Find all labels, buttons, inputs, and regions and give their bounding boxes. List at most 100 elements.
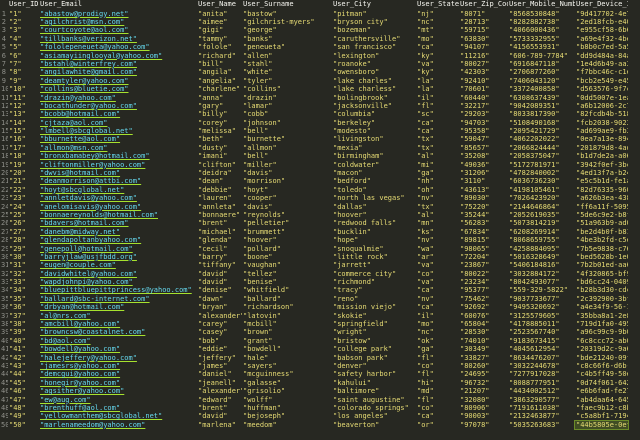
user-name-cell[interactable]: "anna"	[197, 94, 242, 102]
table-row[interactable]: 34 "34" "bluepittbluepittprincess@yahoo.co…	[0, 286, 640, 294]
user-email-cell[interactable]: "drazin@yahoo.com"	[39, 94, 197, 102]
user-state-cell[interactable]: "nc"	[416, 18, 459, 26]
user-state-cell[interactable]: "va"	[416, 278, 459, 286]
user-name-cell[interactable]: "jeffery"	[197, 354, 242, 362]
user-device-id-cell[interactable]: "b1d7de2a-a065-44be-94d6-e1d01746c597	[575, 152, 628, 160]
email-link[interactable]: "courtcoyote@aol.com"	[40, 26, 129, 34]
header-user-zip-code[interactable]: User_Zip_Code	[459, 0, 508, 10]
user-city-cell[interactable]: "saint augustine"	[332, 396, 416, 404]
user-state-cell[interactable]: "ca"	[416, 303, 459, 311]
email-link[interactable]: "bstahl@winterfrey.com"	[40, 60, 137, 68]
user-zip-cell[interactable]: "94107"	[459, 43, 508, 51]
user-city-cell[interactable]: "pitman"	[332, 10, 416, 18]
header-user-name[interactable]: User_Name	[197, 0, 242, 10]
user-email-cell[interactable]: "drbyan@hotmail.com"	[39, 303, 197, 311]
user-id-cell[interactable]: "45"	[8, 379, 39, 387]
table-row[interactable]: 33 "33" "wapdjohnpi@yahoo.com" "david" "beni…	[0, 278, 640, 286]
user-surname-cell[interactable]: "mcguinness"	[242, 370, 332, 378]
user-state-cell[interactable]: "il"	[416, 312, 459, 320]
user-state-cell[interactable]: "ky"	[416, 68, 459, 76]
user-device-id-cell[interactable]: "0d74f061-6429-4a7d-a46f-51f22de08ba0	[575, 379, 628, 387]
user-device-id-cell[interactable]: "c8c66f6-d6b-4867-be5-b28a40b5fd5	[575, 362, 628, 370]
user-device-id-cell[interactable]: "e5c5b1d-fe1a-4e65-9cf7-f76ec6512154	[575, 177, 628, 185]
user-zip-cell[interactable]: "95377"	[459, 286, 508, 294]
user-city-cell[interactable]: "dallas"	[332, 203, 416, 211]
table-row[interactable]: 11 "11" "drazin@yahoo.com" "anna" "drazin" "b…	[0, 94, 640, 102]
user-mobile-cell[interactable]: "9037733677"	[508, 295, 575, 303]
user-email-cell[interactable]: "halejeffery@yahoo.com"	[39, 354, 197, 362]
user-state-cell[interactable]: "tx"	[416, 135, 459, 143]
user-zip-cell[interactable]: "43613"	[459, 186, 508, 194]
email-link[interactable]: "tillbanks@verizon.net"	[40, 35, 137, 43]
table-row[interactable]: 6 "6" "asiamayiinglooyal@yahoo.com" "richar…	[0, 52, 640, 60]
user-email-cell[interactable]: "annletdavis@yahoo.com"	[39, 194, 197, 202]
user-email-cell[interactable]: "ballard@sbc-internet.com"	[39, 295, 197, 303]
user-state-cell[interactable]: "ok"	[416, 337, 459, 345]
user-name-cell[interactable]: "angelia"	[197, 77, 242, 85]
user-surname-cell[interactable]: "hoover"	[242, 236, 332, 244]
user-city-cell[interactable]: "modesto"	[332, 127, 416, 135]
user-state-cell[interactable]: "sc"	[416, 110, 459, 118]
user-id-cell[interactable]: "34"	[8, 286, 39, 294]
user-email-cell[interactable]: "bonnaereynolds@hotmail.com"	[39, 211, 197, 219]
table-row[interactable]: 49 "49" "yellowmanthem@sbcglobal.net" "davi…	[0, 412, 640, 420]
table-row[interactable]: 15 "15" "lmbell@sbcglobal.net" "melissa" "be…	[0, 127, 640, 135]
user-mobile-cell[interactable]: "3032884172"	[508, 270, 575, 278]
user-state-cell[interactable]: "fl"	[416, 354, 459, 362]
email-link[interactable]: "brenthuff@aol.com"	[40, 404, 120, 412]
user-email-cell[interactable]: "bburnette@aol.com"	[39, 135, 197, 143]
user-id-cell[interactable]: "1"	[8, 10, 39, 18]
email-link[interactable]: "eugen@couple.com"	[40, 261, 116, 269]
email-link[interactable]: "browncsw@coastalnet.com"	[40, 328, 145, 336]
user-state-cell[interactable]: "al"	[416, 211, 459, 219]
user-surname-cell[interactable]: "lamar"	[242, 102, 332, 110]
user-id-cell[interactable]: "17"	[8, 144, 39, 152]
user-name-cell[interactable]: "folole"	[197, 43, 242, 51]
user-name-cell[interactable]: "gary"	[197, 102, 242, 110]
user-zip-cell[interactable]: "89815"	[459, 236, 508, 244]
table-row[interactable]: 18 "18" "bronxbamabey@hotmail.com" "imani" "…	[0, 152, 640, 160]
user-name-cell[interactable]: "corey"	[197, 119, 242, 127]
user-surname-cell[interactable]: "pollard"	[242, 245, 332, 253]
email-link[interactable]: "glendapoltanbyahoo.com"	[40, 236, 141, 244]
user-email-cell[interactable]: "agsither@yahoo.com"	[39, 387, 197, 395]
email-link[interactable]: "amcbill@yahoo.com"	[40, 320, 120, 328]
email-link[interactable]: "agsither@yahoo.com"	[40, 387, 124, 395]
user-name-cell[interactable]: "jeanell"	[197, 379, 242, 387]
user-state-cell[interactable]: "tx"	[416, 144, 459, 152]
user-device-id-cell[interactable]: "4ed13f7a-b24c-4fce-9f92-0dd18d0fe0e4	[575, 169, 628, 177]
user-device-id-cell[interactable]: "fcb2038-9023-470a-b4f6-840da7b3887	[575, 119, 628, 127]
user-mobile-cell[interactable]: "5108490168"	[508, 119, 575, 127]
email-link[interactable]: "asiamayiinglooyal@yahoo.com"	[40, 52, 162, 60]
table-row[interactable]: 8 "8" "angilawhite@gmail.com" "angila" "whit…	[0, 68, 640, 76]
user-email-cell[interactable]: "eugen@couple.com"	[39, 261, 197, 269]
user-city-cell[interactable]: "livingston"	[332, 135, 416, 143]
user-id-cell[interactable]: "15"	[8, 127, 39, 135]
user-id-cell[interactable]: "37"	[8, 312, 39, 320]
user-id-cell[interactable]: "47"	[8, 396, 39, 404]
table-row[interactable]: 43 "43" "jamesrs@yahoo.com" "james" "sayers"…	[0, 362, 640, 370]
user-name-cell[interactable]: "david"	[197, 270, 242, 278]
user-surname-cell[interactable]: "latovin"	[242, 312, 332, 320]
user-zip-cell[interactable]: "96732"	[459, 379, 508, 387]
user-name-cell[interactable]: "anita"	[197, 10, 242, 18]
user-zip-cell[interactable]: "80027"	[459, 60, 508, 68]
user-id-cell[interactable]: "19"	[8, 161, 39, 169]
user-zip-cell[interactable]: "33827"	[459, 354, 508, 362]
email-link[interactable]: "demcgui@yahoo.com"	[40, 370, 120, 378]
table-row[interactable]: 7 "7" "bstahl@winterfrey.com" "bill" "stahl"…	[0, 60, 640, 68]
table-row[interactable]: 13 "13" "bcobb@hotmail.com" "billy" "cobb" "c…	[0, 110, 640, 118]
user-mobile-cell[interactable]: "2052619035"	[508, 211, 575, 219]
user-city-cell[interactable]: "owensboro"	[332, 68, 416, 76]
table-row[interactable]: 31 "31" "eugen@couple.com" "tiffany" "vaugha…	[0, 261, 640, 269]
user-device-id-cell[interactable]: "faec9b12-c8b4-4a97-b89d-b8f8a801fbec	[575, 404, 628, 412]
user-device-id-cell[interactable]: "2c392900-3bf7-47a-be16-2e0e2e7feb7	[575, 295, 628, 303]
user-city-cell[interactable]: "caruthersville"	[332, 35, 416, 43]
user-mobile-cell[interactable]: "2058375047"	[508, 152, 575, 160]
table-row[interactable]: 16 "16" "bburnette@aol.com" "beth" "burnette…	[0, 135, 640, 143]
user-name-cell[interactable]: "aimee"	[197, 18, 242, 26]
user-state-cell[interactable]: "md"	[416, 387, 459, 395]
user-zip-cell[interactable]: "59715"	[459, 26, 508, 34]
table-row[interactable]: 44 "44" "demcgui@yahoo.com" "daniel" "mcguin…	[0, 370, 640, 378]
user-id-cell[interactable]: "26"	[8, 219, 39, 227]
